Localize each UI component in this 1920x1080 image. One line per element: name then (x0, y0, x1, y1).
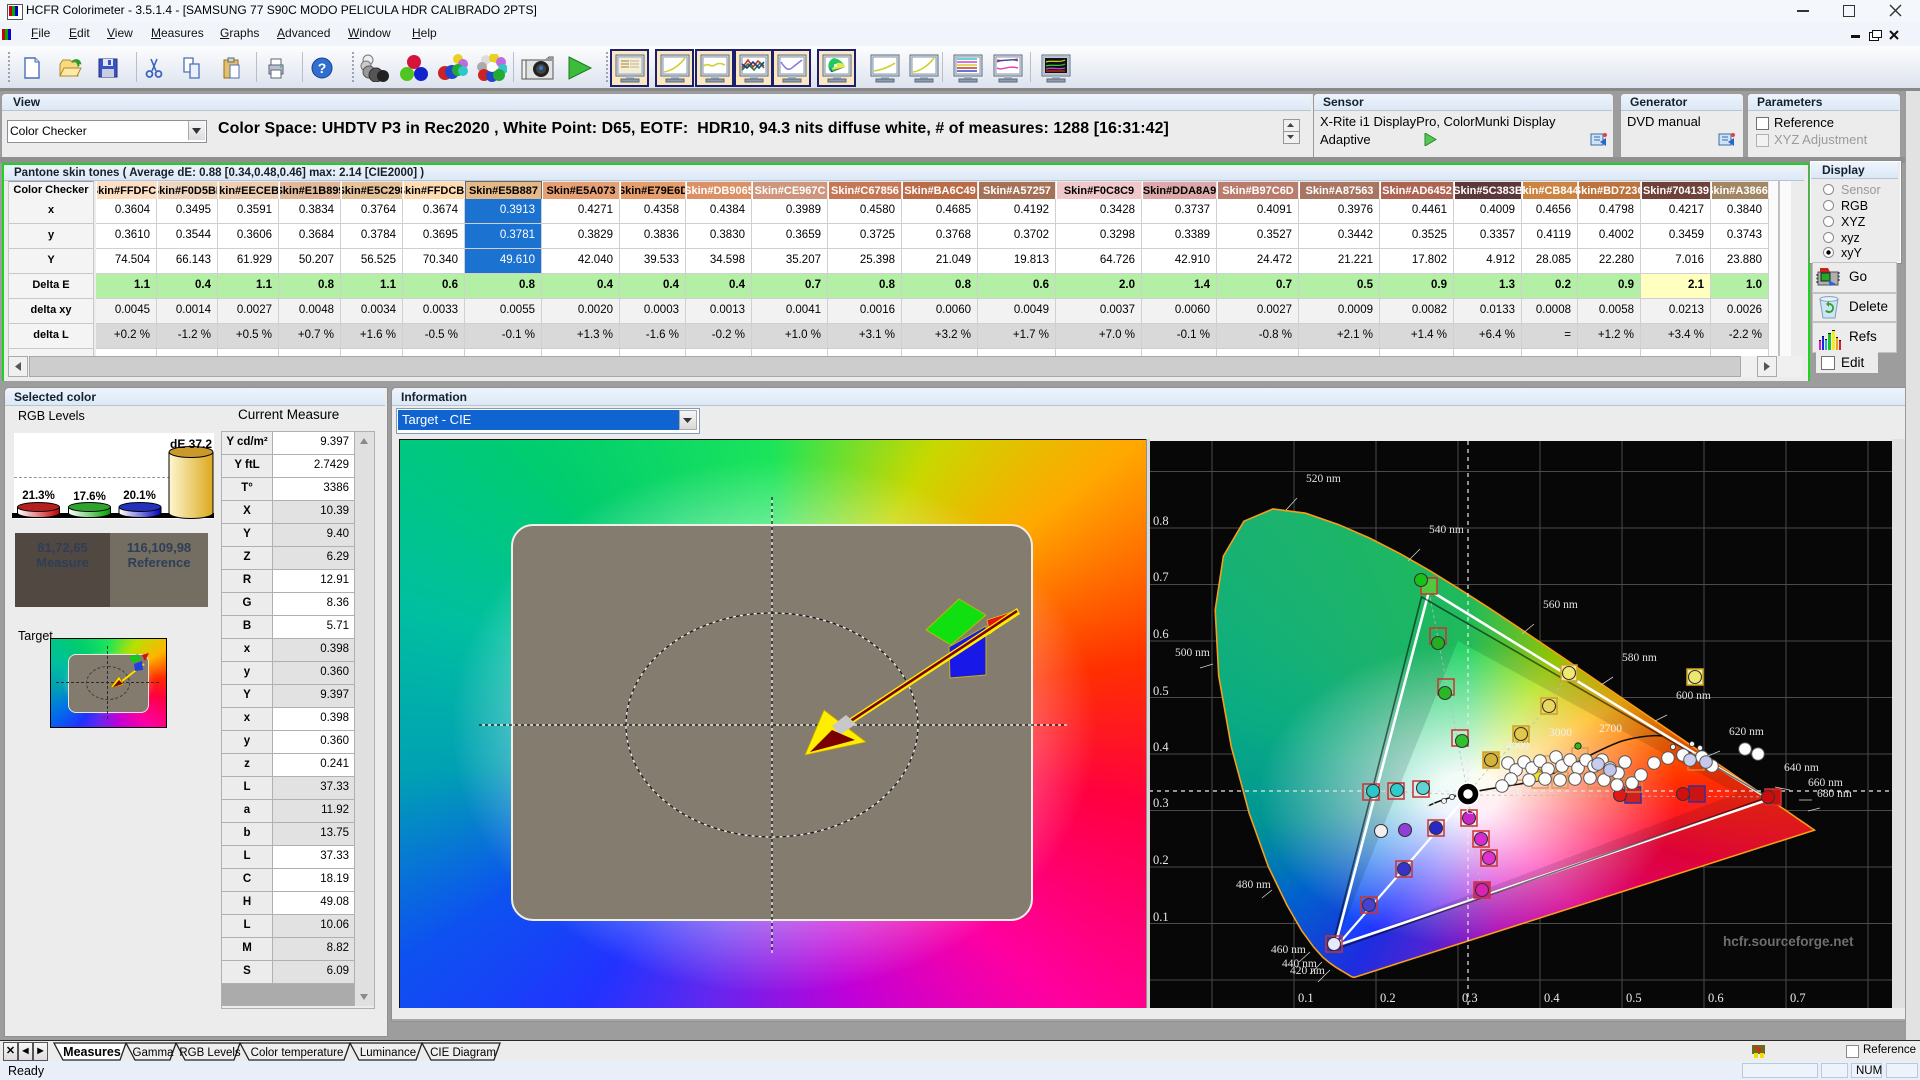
svg-text:0.5: 0.5 (1153, 684, 1169, 698)
svg-text:620 nm: 620 nm (1729, 726, 1764, 738)
svg-text:RGB Levels: RGB Levels (179, 1047, 241, 1059)
svg-text:C: C (1466, 805, 1474, 817)
svg-text:580 nm: 580 nm (1622, 652, 1657, 664)
svg-text:0.3: 0.3 (1462, 991, 1478, 1005)
svg-text:9300: 9300 (1424, 801, 1447, 813)
svg-text:2700: 2700 (1599, 723, 1622, 735)
svg-text:4000: 4000 (1506, 740, 1529, 752)
svg-text:Gamma: Gamma (133, 1047, 175, 1059)
svg-text:0.1: 0.1 (1298, 991, 1314, 1005)
svg-text:600 nm: 600 nm (1676, 690, 1711, 702)
svg-text:0.8: 0.8 (1153, 514, 1169, 528)
svg-text:0.2: 0.2 (1380, 991, 1396, 1005)
svg-text:0.6: 0.6 (1153, 627, 1169, 641)
svg-text:640 nm: 640 nm (1784, 762, 1819, 774)
svg-text:0.4: 0.4 (1544, 991, 1560, 1005)
svg-text:3000: 3000 (1549, 727, 1572, 739)
svg-text:420 nm: 420 nm (1290, 965, 1325, 977)
svg-text:540 nm: 540 nm (1429, 524, 1464, 536)
svg-text:500 nm: 500 nm (1175, 647, 1210, 659)
svg-text:Color temperature: Color temperature (251, 1047, 344, 1059)
svg-text:560 nm: 560 nm (1543, 599, 1578, 611)
svg-text:CIE Diagram: CIE Diagram (430, 1047, 496, 1059)
svg-text:0.6: 0.6 (1708, 991, 1724, 1005)
svg-text:0.7: 0.7 (1153, 570, 1169, 584)
svg-text:460 nm: 460 nm (1271, 944, 1306, 956)
svg-text:Luminance: Luminance (360, 1047, 416, 1059)
svg-text:520 nm: 520 nm (1306, 473, 1341, 485)
svg-text:0.4: 0.4 (1153, 740, 1169, 754)
svg-text:5500: 5500 (1449, 762, 1472, 774)
svg-text:0.3: 0.3 (1153, 796, 1169, 810)
svg-text:0.7: 0.7 (1790, 991, 1806, 1005)
svg-text:Measures: Measures (63, 1045, 121, 1059)
svg-text:0.1: 0.1 (1153, 910, 1169, 924)
svg-text:E: E (1516, 787, 1523, 799)
svg-text:0.2: 0.2 (1153, 853, 1169, 867)
svg-text:?: ? (318, 60, 327, 76)
svg-text:hcfr.sourceforge.net: hcfr.sourceforge.net (1723, 934, 1854, 949)
svg-text:480 nm: 480 nm (1236, 879, 1271, 891)
svg-text:0.5: 0.5 (1626, 991, 1642, 1005)
svg-text:680 nm: 680 nm (1817, 788, 1852, 800)
